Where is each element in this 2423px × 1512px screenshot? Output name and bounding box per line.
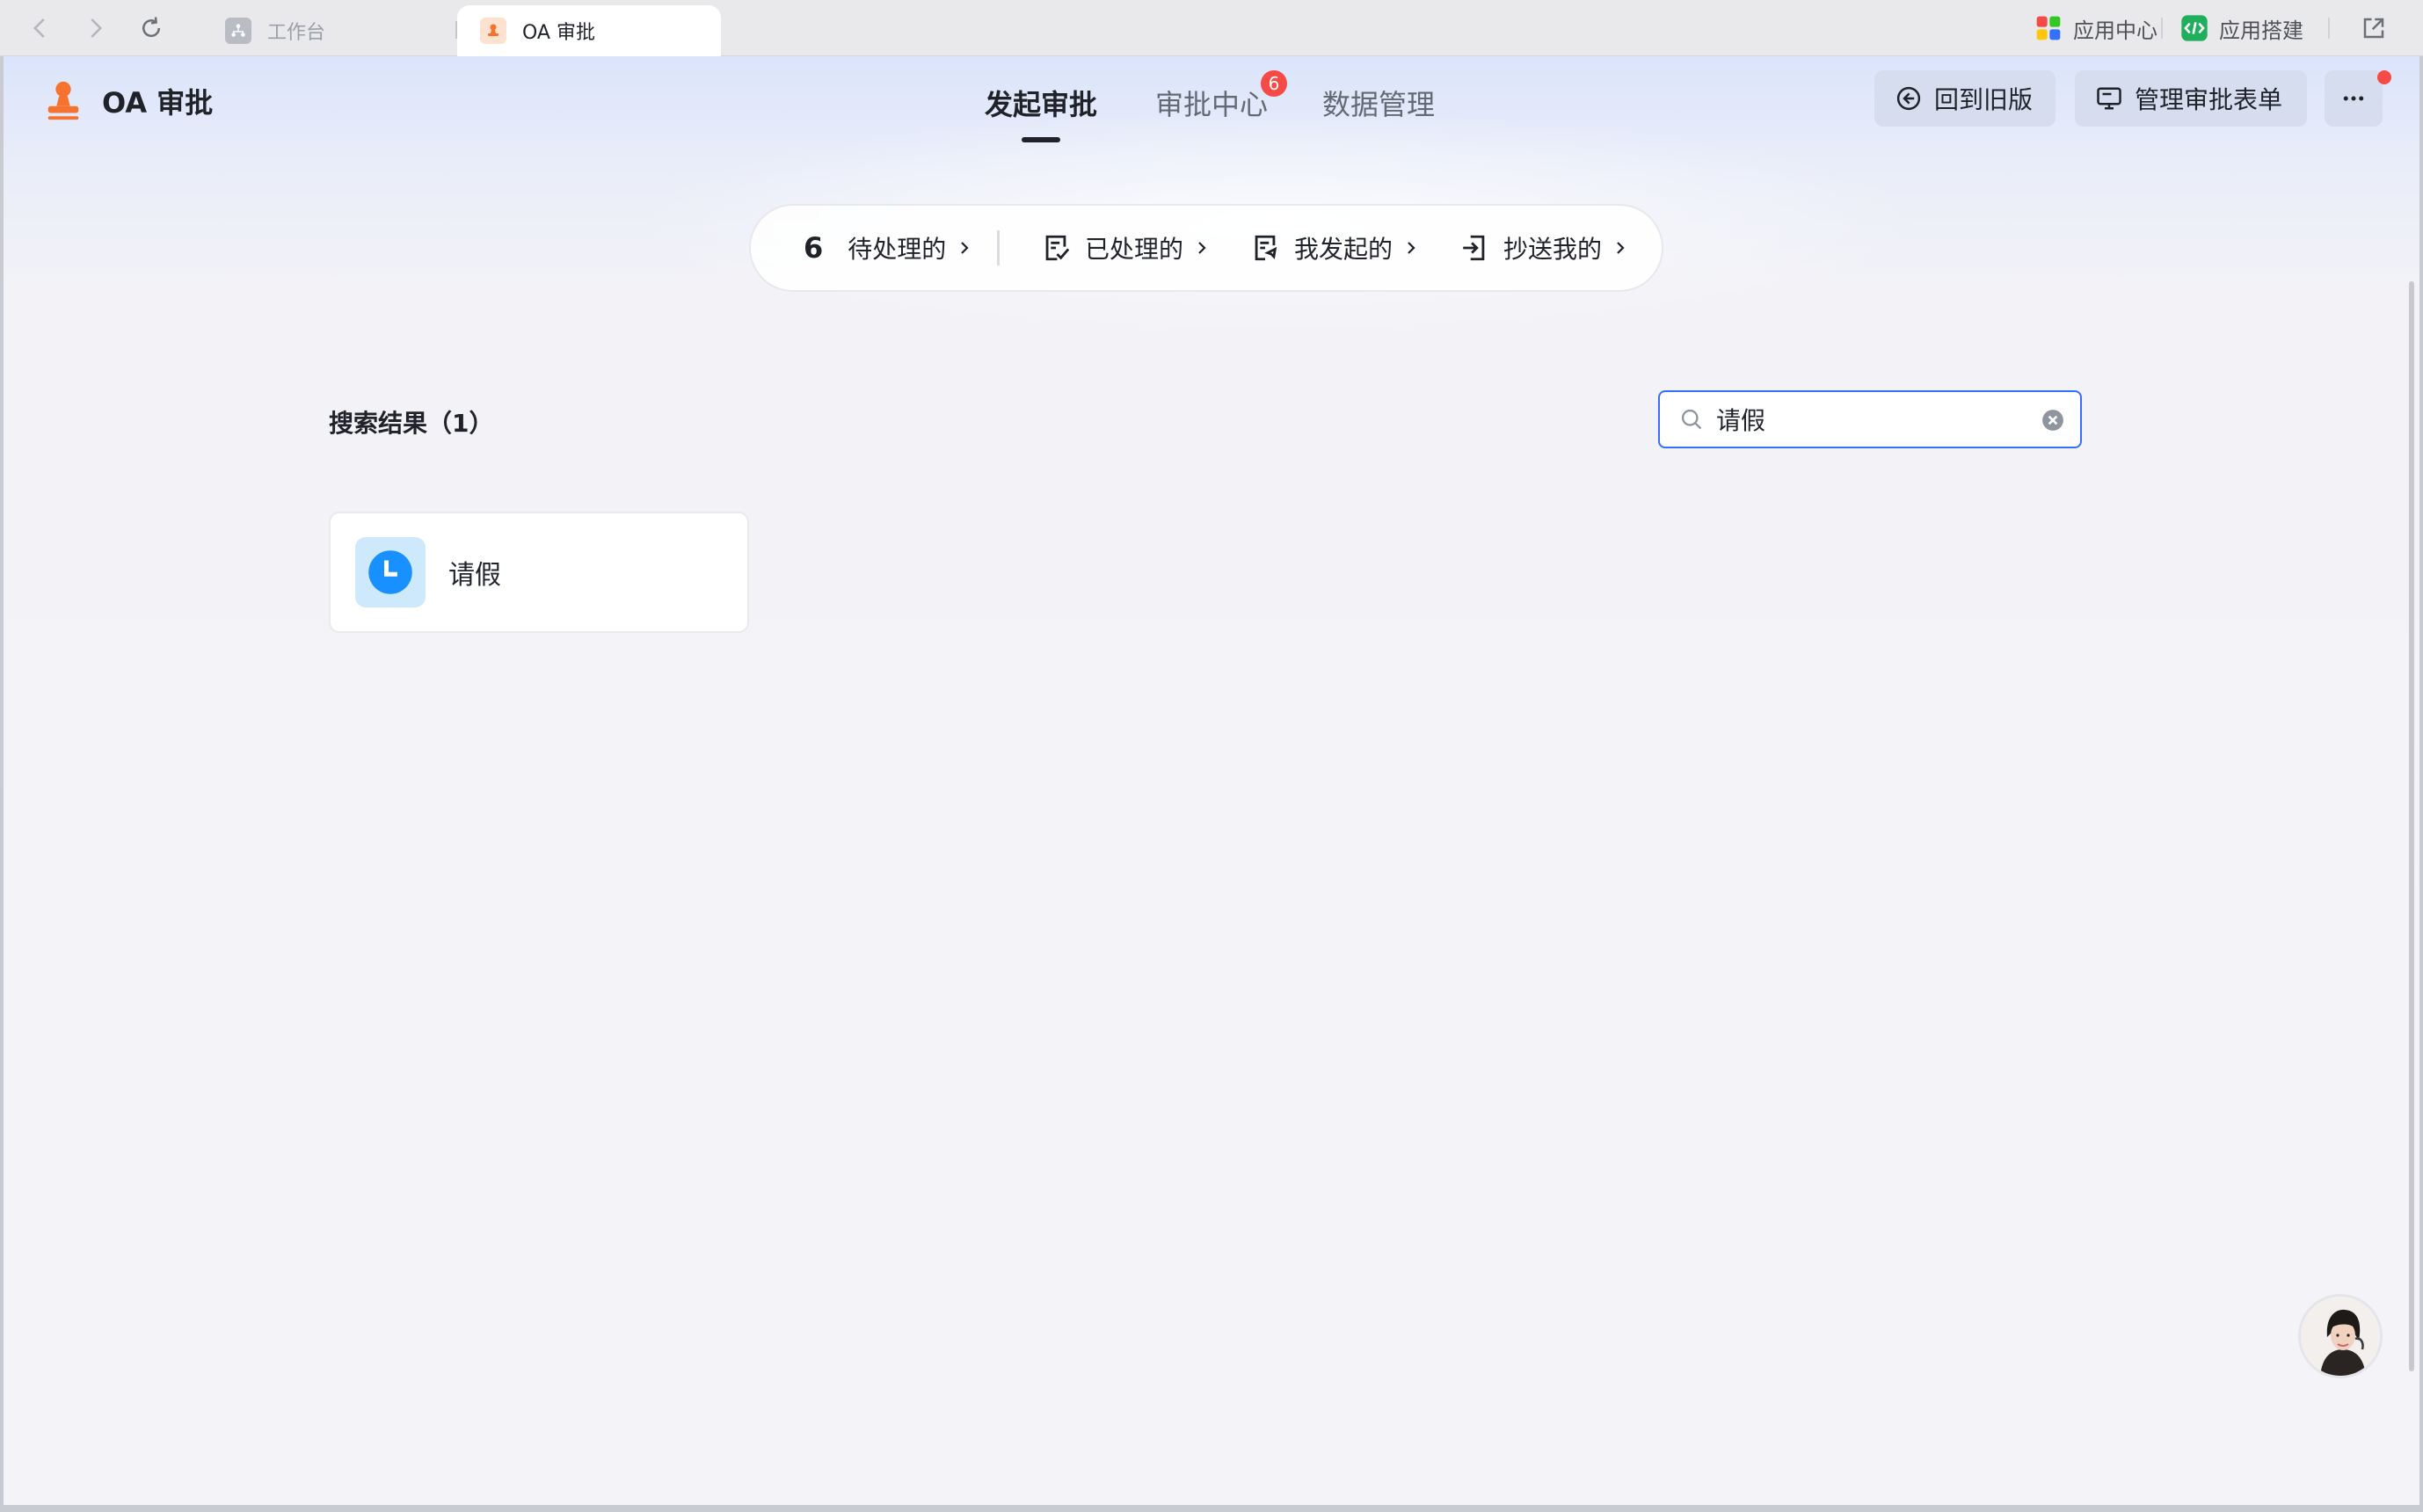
- chevron-right-icon: [1408, 242, 1415, 254]
- search-icon: [1681, 409, 1702, 430]
- clock-icon: [355, 537, 426, 607]
- chevron-right-icon: [961, 242, 969, 254]
- top-divider: [2328, 18, 2330, 39]
- notification-dot: [2377, 70, 2391, 84]
- refresh-button[interactable]: [135, 12, 167, 44]
- pending-count: 6: [804, 231, 824, 265]
- tab-label: 数据管理: [1322, 88, 1436, 121]
- tab-data-management[interactable]: 数据管理: [1322, 83, 1435, 123]
- button-label: 管理审批表单: [2135, 85, 2283, 114]
- scrollbar[interactable]: [2409, 281, 2414, 1371]
- active-tab-indicator: [1022, 137, 1060, 142]
- filter-cc-me[interactable]: 抄送我的: [1459, 206, 1628, 290]
- tab-label: 审批中心: [1155, 88, 1269, 121]
- app-logo[interactable]: OA 审批: [42, 79, 213, 123]
- chevron-right-icon: [91, 18, 103, 38]
- more-button[interactable]: [2325, 70, 2383, 127]
- arrow-left-circle-icon: [1896, 86, 1921, 111]
- card-label: 请假: [448, 560, 501, 591]
- app-center-label: 应用中心: [2073, 18, 2157, 43]
- chevron-left-icon: [33, 18, 45, 38]
- forward-button[interactable]: [79, 12, 111, 44]
- back-to-old-version-button[interactable]: 回到旧版: [1874, 70, 2056, 127]
- clear-icon[interactable]: [2041, 409, 2064, 432]
- app-grid-icon: [2036, 16, 2061, 40]
- chevron-right-icon: [1617, 242, 1625, 254]
- tab-label: 工作台: [267, 22, 326, 44]
- filter-label: 待处理的: [848, 235, 947, 264]
- app-window: OA 审批 发起审批 审批中心 6 数据管理 回到旧版 管理审批表单 6 待处理…: [4, 56, 2419, 1505]
- chevron-right-icon: [1198, 242, 1206, 254]
- refresh-icon: [142, 17, 161, 38]
- stamp-icon: [480, 18, 506, 44]
- notification-badge: 6: [1261, 70, 1287, 97]
- filter-label: 我发起的: [1294, 235, 1393, 264]
- login-icon: [1463, 235, 1485, 261]
- filter-processed[interactable]: 已处理的: [1041, 206, 1210, 290]
- app-center-link[interactable]: 应用中心: [2034, 11, 2157, 46]
- browser-tab-bar: 工作台 OA 审批 应用中心 应用搭建: [0, 0, 2423, 56]
- person-avatar-icon: [2301, 1297, 2380, 1376]
- approval-template-card[interactable]: 请假: [329, 512, 749, 633]
- tab-approval-center[interactable]: 审批中心: [1155, 83, 1268, 123]
- filter-initiated[interactable]: 我发起的: [1250, 206, 1419, 290]
- button-label: 回到旧版: [1934, 85, 2034, 114]
- checklist-icon: [1045, 235, 1070, 261]
- search-input[interactable]: [1716, 404, 2033, 434]
- stamp-icon: [47, 81, 79, 120]
- tab-label: 发起审批: [985, 88, 1098, 121]
- quick-filter-bar: 6 待处理的 已处理的 我发起的 抄送我的: [749, 204, 1663, 292]
- tab-workbench[interactable]: 工作台: [202, 5, 457, 56]
- more-horizontal-icon: [2343, 96, 2364, 101]
- workbench-icon: [225, 18, 251, 44]
- document-edit-icon: [1255, 235, 1277, 261]
- code-icon: [2181, 15, 2208, 41]
- assistant-avatar[interactable]: [2298, 1294, 2383, 1378]
- back-button[interactable]: [25, 12, 56, 44]
- filter-divider: [997, 230, 1000, 265]
- filter-label: 抄送我的: [1503, 235, 1603, 264]
- tab-oa-approval[interactable]: OA 审批: [457, 5, 721, 56]
- tab-label: OA 审批: [522, 22, 595, 44]
- search-field[interactable]: [1658, 390, 2082, 448]
- app-builder-label: 应用搭建: [2219, 18, 2303, 43]
- monitor-icon: [2097, 87, 2121, 110]
- search-results-title: 搜索结果（1）: [329, 409, 494, 438]
- filter-pending[interactable]: 6 待处理的: [804, 206, 972, 290]
- external-link-icon: [2363, 18, 2384, 39]
- open-external-button[interactable]: [2358, 12, 2390, 44]
- manage-approval-forms-button[interactable]: 管理审批表单: [2075, 70, 2307, 127]
- filter-label: 已处理的: [1085, 235, 1184, 264]
- app-name: OA 审批: [102, 86, 214, 120]
- top-divider: [2161, 18, 2163, 39]
- tab-initiate-approval[interactable]: 发起审批: [985, 83, 1098, 142]
- app-builder-link[interactable]: 应用搭建: [2180, 11, 2303, 46]
